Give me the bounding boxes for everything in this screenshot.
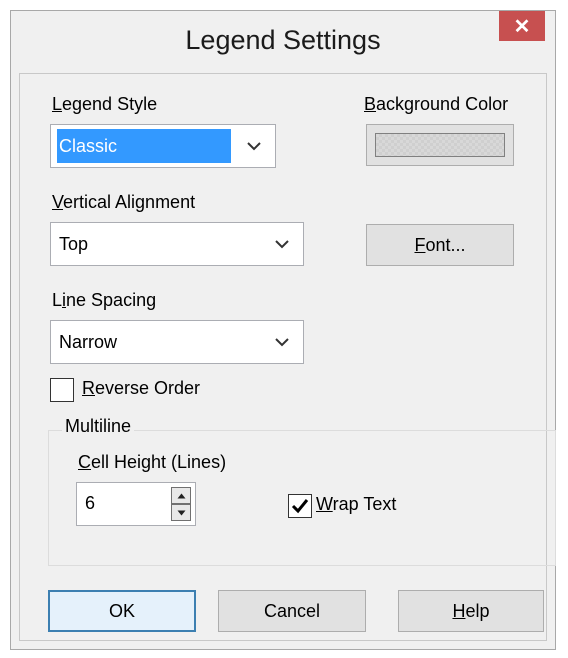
cell-height-label: Cell Height (Lines) bbox=[78, 452, 227, 472]
multiline-group-label: Multiline bbox=[62, 416, 135, 437]
help-button[interactable]: Help bbox=[398, 590, 544, 632]
line-spacing-label: Line Spacing bbox=[52, 290, 157, 310]
spin-up-icon[interactable] bbox=[171, 487, 191, 504]
checkmark-icon bbox=[291, 499, 309, 514]
line-spacing-select[interactable]: Narrow bbox=[50, 320, 304, 364]
legend-settings-dialog: Legend Settings ✕ Legend Style Classic B… bbox=[10, 10, 556, 650]
ok-button[interactable]: OK bbox=[48, 590, 196, 632]
legend-style-value: Classic bbox=[57, 129, 231, 163]
dialog-title: Legend Settings bbox=[185, 25, 381, 55]
title-bar[interactable]: Legend Settings ✕ bbox=[11, 11, 555, 73]
background-color-swatch bbox=[375, 133, 505, 157]
line-spacing-value: Narrow bbox=[59, 332, 118, 352]
cancel-button[interactable]: Cancel bbox=[218, 590, 366, 632]
close-icon: ✕ bbox=[513, 15, 531, 38]
background-color-button[interactable] bbox=[366, 124, 514, 166]
vertical-alignment-select[interactable]: Top bbox=[50, 222, 304, 266]
chevron-down-icon bbox=[243, 131, 265, 161]
font-button[interactable]: Font... bbox=[366, 224, 514, 266]
dialog-body: Legend Style Classic Background Color Ve… bbox=[19, 73, 556, 641]
legend-style-select[interactable]: Classic bbox=[50, 124, 276, 168]
cell-height-value: 6 bbox=[85, 493, 96, 513]
background-color-label: Background Color bbox=[364, 94, 509, 114]
spin-down-icon[interactable] bbox=[171, 504, 191, 521]
vertical-alignment-label: Vertical Alignment bbox=[52, 192, 196, 212]
wrap-text-checkbox[interactable] bbox=[288, 494, 312, 518]
close-button[interactable]: ✕ bbox=[499, 11, 545, 41]
legend-style-label: Legend Style bbox=[52, 94, 158, 114]
wrap-text-label[interactable]: Wrap Text bbox=[316, 494, 396, 515]
cell-height-spinner[interactable]: 6 bbox=[76, 482, 196, 526]
reverse-order-checkbox[interactable] bbox=[50, 378, 74, 402]
chevron-down-icon bbox=[271, 229, 293, 259]
chevron-down-icon bbox=[271, 327, 293, 357]
vertical-alignment-value: Top bbox=[59, 234, 89, 254]
reverse-order-label[interactable]: Reverse Order bbox=[82, 378, 200, 399]
